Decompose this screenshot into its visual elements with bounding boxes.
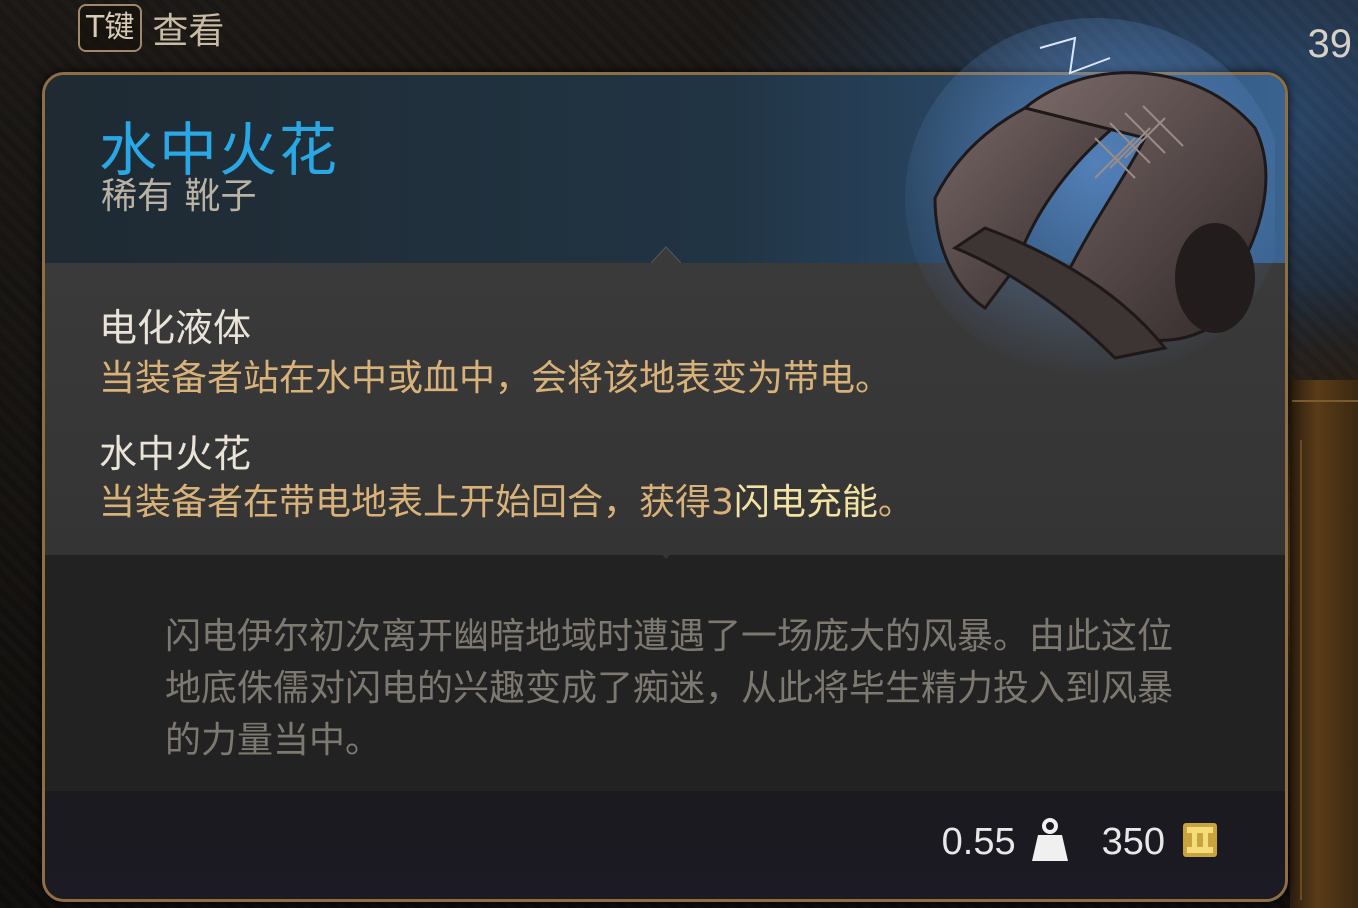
gold-coin-icon: [1179, 819, 1221, 865]
gold-value: 350: [1101, 820, 1165, 863]
effect-description: 当装备者站在水中或血中，会将该地表变为带电。: [99, 358, 892, 399]
lore-text: 闪电伊尔初次离开幽暗地域时遭遇了一场庞大的风暴。由此这位地底侏儒对闪电的兴趣变成…: [165, 616, 1174, 761]
decor-line: [1300, 440, 1302, 900]
divider-notch: [651, 243, 681, 263]
corner-number: 39: [1307, 22, 1353, 66]
item-stats: 0.55 350: [942, 817, 1221, 867]
weight-value: 0.55: [941, 820, 1016, 863]
effect-description: 当装备者在带电地表上开始回合，获得3闪电充能。: [99, 482, 914, 523]
item-rarity-type: 稀有 靴子: [101, 176, 257, 217]
weight-icon: [1030, 817, 1070, 867]
inspect-hint: T键 查看: [78, 2, 224, 54]
keyword-lightning-charge[interactable]: 闪电充能: [734, 482, 878, 523]
boots-item-icon: [905, 18, 1275, 378]
decor-line: [1292, 400, 1358, 402]
divider-notch: [651, 543, 681, 563]
keybind-badge: T键: [78, 4, 143, 52]
inspect-label: 查看: [152, 11, 225, 52]
effect-title: 水中火花: [99, 432, 252, 476]
effect-title: 电化液体: [99, 306, 252, 350]
